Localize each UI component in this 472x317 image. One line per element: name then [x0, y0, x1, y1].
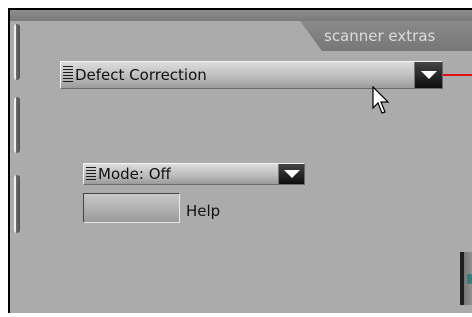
grip-icon [63, 65, 73, 85]
dropdown-arrow-button[interactable] [278, 164, 304, 184]
tab-scanner-extras[interactable]: scanner extras [300, 21, 472, 51]
rail-grip-middle[interactable] [14, 97, 20, 153]
defect-correction-label: Defect Correction [75, 66, 207, 84]
mode-label: Mode: Off [98, 165, 171, 183]
grip-icon [86, 166, 96, 182]
help-button[interactable] [83, 193, 180, 223]
defect-correction-dropdown[interactable]: Defect Correction [60, 61, 443, 89]
callout-line [443, 74, 472, 76]
chevron-down-icon [283, 170, 300, 178]
tab-label: scanner extras [324, 27, 436, 45]
side-handle[interactable] [460, 252, 472, 305]
help-label: Help [186, 202, 221, 220]
mouse-cursor-icon [372, 86, 390, 114]
rail-grip-bottom[interactable] [14, 175, 20, 233]
scanner-panel: scanner extras Defect Correction Mode: O… [8, 8, 472, 313]
panel-header-band [10, 10, 472, 21]
dropdown-arrow-button[interactable] [414, 62, 442, 88]
rail-grip-top[interactable] [14, 24, 20, 80]
chevron-down-icon [420, 71, 437, 79]
mode-dropdown[interactable]: Mode: Off [83, 163, 305, 185]
